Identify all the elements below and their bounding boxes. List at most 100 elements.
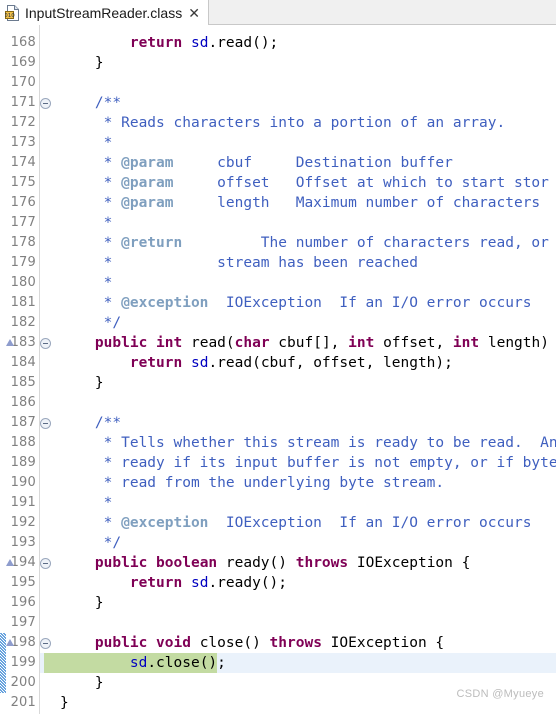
line-number: 180 [10,275,36,290]
code-line[interactable]: 176 * @param length Maximum number of ch… [0,193,556,213]
code-line[interactable]: 171 /** [0,93,556,113]
code-line[interactable]: 175 * @param offset Offset at which to s… [0,173,556,193]
code-line[interactable]: 186 [0,393,556,413]
code-text[interactable]: * [60,493,556,513]
code-text[interactable]: */ [60,533,556,553]
code-text[interactable]: public void close() throws IOException { [60,633,556,653]
line-number: 191 [10,495,36,510]
code-line[interactable]: 190 * read from the underlying byte stre… [0,473,556,493]
code-line[interactable]: 172 * Reads characters into a portion of… [0,113,556,133]
code-line[interactable]: 177 * [0,213,556,233]
code-editor[interactable]: 168 return sd.read(); 169 } 170 171 /** 172 … [0,25,556,714]
code-line[interactable]: 192 * @exception IOException If an I/O e… [0,513,556,533]
code-text[interactable]: * [60,273,556,293]
code-text[interactable]: } [60,53,556,73]
fold-collapse-icon[interactable] [40,98,51,109]
code-line[interactable]: 169 } [0,53,556,73]
code-text[interactable]: * @param cbuf Destination buffer [60,153,556,173]
code-text[interactable]: public boolean ready() throws IOExceptio… [60,553,556,573]
line-number: 197 [10,615,36,630]
code-line[interactable]: 183 public int read(char cbuf[], int off… [0,333,556,353]
code-line[interactable]: 196 } [0,593,556,613]
fold-collapse-icon[interactable] [40,418,51,429]
fold-collapse-icon[interactable] [40,338,51,349]
code-text[interactable]: * @exception IOException If an I/O error… [60,293,556,313]
code-text[interactable]: /** [60,93,556,113]
fold-collapse-icon[interactable] [40,638,51,649]
code-text[interactable]: public int read(char cbuf[], int offset,… [60,333,556,353]
line-number: 172 [10,115,36,130]
code-line[interactable]: 188 * Tells whether this stream is ready… [0,433,556,453]
code-line[interactable]: 179 * stream has been reached [0,253,556,273]
line-number: 200 [10,675,36,690]
code-text[interactable]: sd.close(); [60,653,556,673]
code-line[interactable]: 189 * ready if its input buffer is not e… [0,453,556,473]
line-number: 190 [10,475,36,490]
svg-text:010: 010 [5,13,15,19]
line-number: 195 [10,575,36,590]
code-line[interactable]: 193 */ [0,533,556,553]
code-line[interactable]: 178 * @return The number of characters r… [0,233,556,253]
class-file-icon: 010 [4,4,20,21]
line-number: 189 [10,455,36,470]
code-line[interactable]: 180 * [0,273,556,293]
line-number: 179 [10,255,36,270]
code-line[interactable]: 187 /** [0,413,556,433]
code-line[interactable]: 174 * @param cbuf Destination buffer [0,153,556,173]
code-line[interactable]: 191 * [0,493,556,513]
line-number: 175 [10,175,36,190]
code-line[interactable]: 199 sd.close(); [0,653,556,673]
code-text[interactable]: * stream has been reached [60,253,556,273]
code-text[interactable]: * Reads characters into a portion of an … [60,113,556,133]
code-text[interactable]: return sd.read(); [60,33,556,53]
line-number: 192 [10,515,36,530]
line-number: 188 [10,435,36,450]
code-line[interactable]: 197 [0,613,556,633]
code-text[interactable]: * read from the underlying byte stream. [60,473,556,493]
override-marker-icon [6,559,14,566]
code-line[interactable]: 184 return sd.read(cbuf, offset, length)… [0,353,556,373]
code-line[interactable]: 182 */ [0,313,556,333]
code-line[interactable]: 195 return sd.ready(); [0,573,556,593]
code-line[interactable]: 168 return sd.read(); [0,33,556,53]
code-text[interactable]: return sd.read(cbuf, offset, length); [60,353,556,373]
code-line[interactable]: 194 public boolean ready() throws IOExce… [0,553,556,573]
code-line[interactable]: 181 * @exception IOException If an I/O e… [0,293,556,313]
close-icon[interactable]: ✕ [187,6,201,20]
code-text[interactable]: * [60,213,556,233]
line-number: 185 [10,375,36,390]
override-marker-icon [6,339,14,346]
code-text[interactable]: /** [60,413,556,433]
tab-title: InputStreamReader.class [25,4,183,21]
code-text[interactable]: } [60,373,556,393]
code-line[interactable]: 173 * [0,133,556,153]
code-text[interactable]: * [60,133,556,153]
code-text[interactable]: return sd.ready(); [60,573,556,593]
code-text[interactable]: */ [60,313,556,333]
code-text[interactable]: * ready if its input buffer is not empty… [60,453,556,473]
code-text[interactable]: } [60,593,556,613]
code-line[interactable]: 198 public void close() throws IOExcepti… [0,633,556,653]
tab-inputstreamreader-class[interactable]: 010 InputStreamReader.class ✕ [0,0,209,25]
line-number: 193 [10,535,36,550]
line-number: 173 [10,135,36,150]
code-text[interactable]: * @exception IOException If an I/O error… [60,513,556,533]
line-number: 201 [10,695,36,710]
code-line[interactable]: 170 [0,73,556,93]
override-marker-icon [6,639,14,646]
line-number: 181 [10,295,36,310]
code-text[interactable]: * @param length Maximum number of charac… [60,193,556,213]
line-number: 168 [10,35,36,50]
line-number: 177 [10,215,36,230]
code-text[interactable]: * Tells whether this stream is ready to … [60,433,556,453]
line-number: 174 [10,155,36,170]
code-text[interactable]: * @return The number of characters read,… [60,233,556,253]
line-number: 170 [10,75,36,90]
watermark: CSDN @Myueye [456,688,544,700]
line-number: 169 [10,55,36,70]
line-number: 187 [10,415,36,430]
line-number: 182 [10,315,36,330]
code-text[interactable]: * @param offset Offset at which to start… [60,173,556,193]
code-line[interactable]: 185 } [0,373,556,393]
fold-collapse-icon[interactable] [40,558,51,569]
